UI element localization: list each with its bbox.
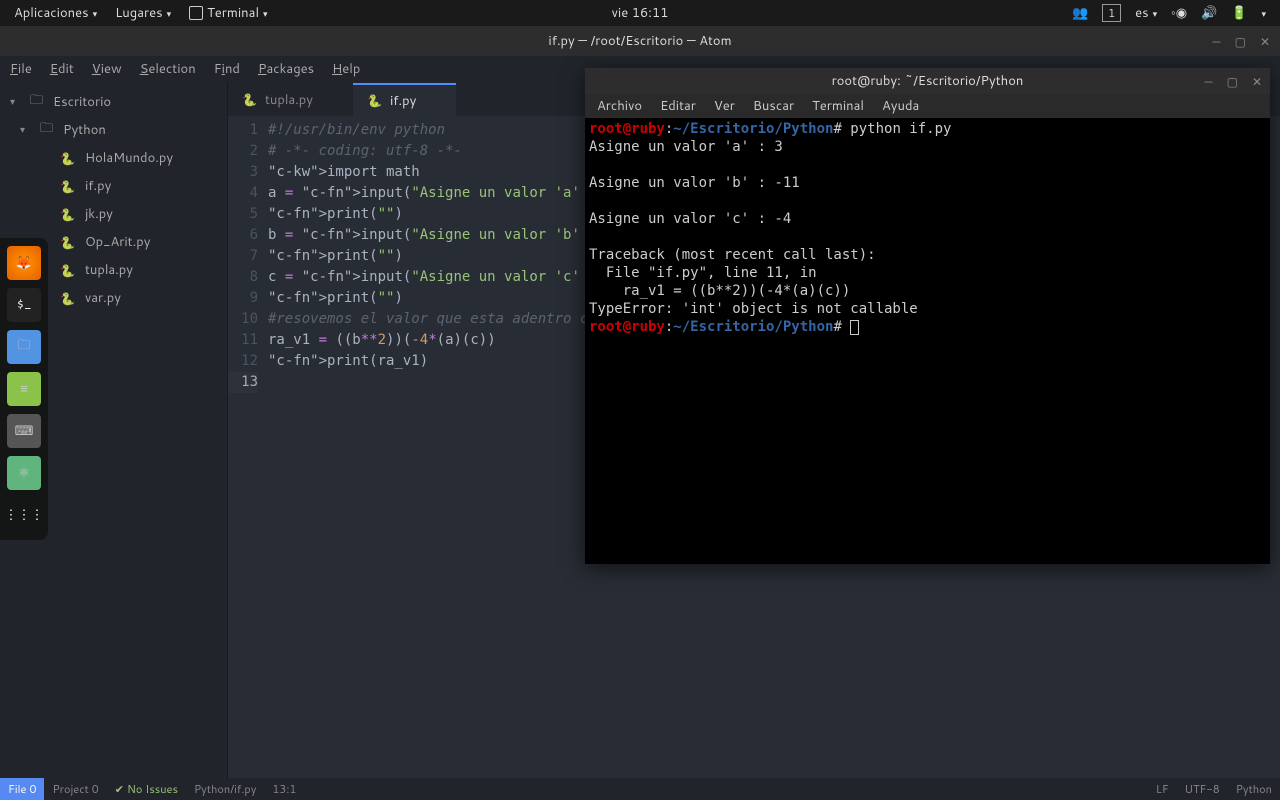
users-icon[interactable]: 👥 — [1072, 4, 1088, 22]
status-language[interactable]: Python — [1228, 781, 1280, 797]
dock-terminal[interactable]: $_ — [7, 288, 41, 322]
python-icon: 🐍 — [60, 290, 75, 307]
menu-edit[interactable]: Edit — [50, 60, 74, 78]
menu-view[interactable]: View — [92, 60, 122, 78]
tree-file-label: if.py — [85, 177, 111, 195]
terminal-menubar: Archivo Editar Ver Buscar Terminal Ayuda — [585, 94, 1270, 118]
tree-file[interactable]: 🐍 jk.py — [0, 200, 227, 228]
clock[interactable]: vie 16:11 — [612, 4, 669, 22]
terminal-menu[interactable]: Terminal▾ — [189, 4, 267, 22]
dock-apps[interactable]: ⋮⋮⋮ — [7, 498, 41, 532]
tab-label: tupla.py — [265, 91, 313, 109]
dock-notes[interactable]: ≡ — [7, 372, 41, 406]
window-title: if.py — /root/Escritorio — Atom — [548, 32, 731, 50]
terminal-menu-item[interactable]: Editar — [660, 97, 696, 115]
menu-find[interactable]: Find — [214, 60, 240, 78]
terminal-output[interactable]: root@ruby:~/Escritorio/Python# python if… — [585, 118, 1270, 564]
dock-files[interactable]: 🗀 — [7, 330, 41, 364]
terminal-title: root@ruby: ~/Escritorio/Python — [832, 72, 1024, 90]
python-icon: 🐍 — [60, 234, 75, 251]
desktop-dock: 🦊 $_ 🗀 ≡ ⌨ ⚛ ⋮⋮⋮ — [0, 238, 48, 540]
tree-file-label: jk.py — [85, 205, 113, 223]
status-path[interactable]: Python/if.py — [186, 781, 264, 797]
tab-label: if.py — [390, 92, 416, 110]
chevron-down-icon: ▾ — [20, 123, 30, 137]
python-icon: 🐍 — [60, 150, 75, 167]
system-menu[interactable]: ▾ — [1261, 7, 1266, 20]
minimize-button[interactable]: — — [1212, 33, 1220, 50]
close-button[interactable]: ✕ — [1260, 33, 1270, 50]
terminal-menu-item[interactable]: Ayuda — [882, 97, 919, 115]
status-eol[interactable]: LF — [1148, 781, 1177, 797]
terminal-close[interactable]: ✕ — [1252, 73, 1262, 90]
folder-icon: 🗀 — [30, 91, 43, 113]
desktop-topbar: Aplicaciones▾ Lugares▾ Terminal▾ vie 16:… — [0, 0, 1280, 26]
tab-tupla[interactable]: 🐍 tupla.py — [228, 83, 353, 116]
tree-root[interactable]: ▾ 🗀 Escritorio — [0, 88, 227, 116]
status-file-count[interactable]: File 0 — [0, 778, 44, 800]
tree-file-label: HolaMundo.py — [85, 149, 173, 167]
volume-icon[interactable]: 🔊 — [1201, 4, 1217, 22]
terminal-maximize[interactable]: ▢ — [1227, 73, 1238, 90]
tree-file[interactable]: 🐍 if.py — [0, 172, 227, 200]
status-issues[interactable]: ✔ No Issues — [107, 781, 186, 797]
terminal-icon — [189, 6, 203, 20]
terminal-menu-item[interactable]: Archivo — [597, 97, 642, 115]
terminal-window[interactable]: root@ruby: ~/Escritorio/Python — ▢ ✕ Arc… — [585, 68, 1270, 564]
maximize-button[interactable]: ▢ — [1235, 33, 1246, 50]
dock-atom[interactable]: ⚛ — [7, 456, 41, 490]
tree-file[interactable]: 🐍 HolaMundo.py — [0, 144, 227, 172]
line-gutter: 12345678910111213 — [228, 116, 268, 393]
battery-icon[interactable]: 🔋 — [1231, 4, 1247, 22]
terminal-minimize[interactable]: — — [1204, 73, 1212, 90]
apps-menu[interactable]: Aplicaciones▾ — [14, 4, 97, 22]
tree-file-label: var.py — [85, 289, 121, 307]
python-icon: 🐍 — [60, 262, 75, 279]
status-bar: File 0 Project 0 ✔ No Issues Python/if.p… — [0, 778, 1280, 800]
lang-menu[interactable]: es▾ — [1135, 4, 1157, 22]
tree-file-label: Op_Arit.py — [85, 233, 150, 251]
python-icon: 🐍 — [60, 206, 75, 223]
python-icon: 🐍 — [242, 91, 257, 108]
tab-if[interactable]: 🐍 if.py — [353, 83, 456, 116]
python-icon: 🐍 — [367, 92, 382, 109]
atom-titlebar: if.py — /root/Escritorio — Atom — ▢ ✕ — [0, 26, 1280, 56]
terminal-menu-item[interactable]: Ver — [714, 97, 735, 115]
wifi-icon[interactable]: ◦◉ — [1171, 4, 1187, 22]
menu-packages[interactable]: Packages — [258, 60, 314, 78]
dock-firefox[interactable]: 🦊 — [7, 246, 41, 280]
menu-selection[interactable]: Selection — [140, 60, 196, 78]
terminal-titlebar: root@ruby: ~/Escritorio/Python — ▢ ✕ — [585, 68, 1270, 94]
folder-icon: 🗀 — [40, 119, 53, 141]
python-icon: 🐍 — [60, 178, 75, 195]
chevron-down-icon: ▾ — [10, 95, 20, 109]
tree-file-label: tupla.py — [85, 261, 133, 279]
status-encoding[interactable]: UTF-8 — [1177, 781, 1228, 797]
dock-keyboard[interactable]: ⌨ — [7, 414, 41, 448]
status-cursor[interactable]: 13:1 — [264, 781, 304, 797]
menu-file[interactable]: File — [10, 60, 32, 78]
status-project[interactable]: Project 0 — [44, 781, 106, 797]
menu-help[interactable]: Help — [332, 60, 360, 78]
terminal-menu-item[interactable]: Terminal — [812, 97, 864, 115]
tree-folder-python[interactable]: ▾ 🗀 Python — [0, 116, 227, 144]
terminal-menu-item[interactable]: Buscar — [753, 97, 794, 115]
tree-folder-label: Python — [63, 121, 106, 139]
tree-root-label: Escritorio — [53, 93, 111, 111]
workspace-indicator[interactable]: 1 — [1102, 4, 1121, 22]
places-menu[interactable]: Lugares▾ — [115, 4, 171, 22]
